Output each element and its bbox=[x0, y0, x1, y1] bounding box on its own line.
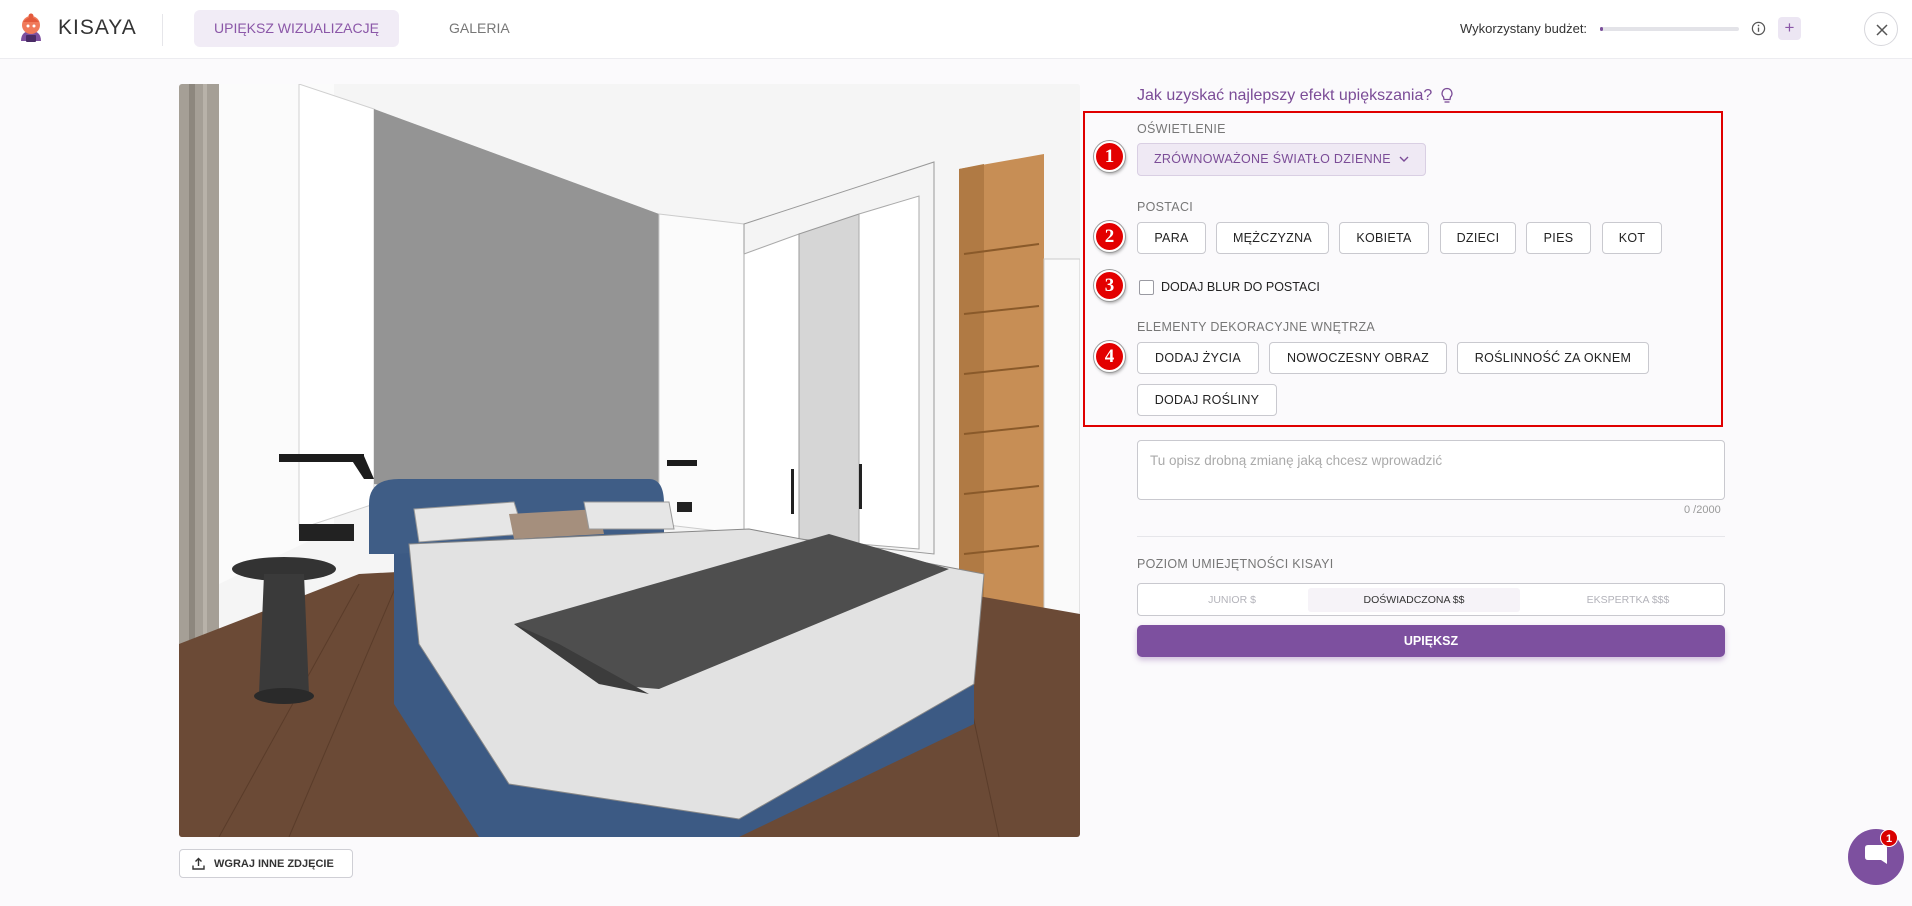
character-option-cat[interactable]: KOT bbox=[1602, 222, 1662, 254]
tab-beautify[interactable]: UPIĘKSZ WIZUALIZACJĘ bbox=[194, 10, 399, 47]
tips-text: Jak uzyskać najlepszy efekt upiększania? bbox=[1137, 87, 1433, 104]
skill-level-label: POZIOM UMIEJĘTNOŚCI KISAYI bbox=[1137, 557, 1334, 571]
add-budget-button[interactable]: + bbox=[1778, 17, 1801, 40]
beautify-button[interactable]: UPIĘKSZ bbox=[1137, 625, 1725, 657]
lighting-select[interactable]: ZRÓWNOWAŻONE ŚWIATŁO DZIENNE bbox=[1137, 143, 1426, 176]
upload-icon bbox=[192, 857, 205, 870]
blur-checkbox-label[interactable]: DODAJ BLUR DO POSTACI bbox=[1161, 280, 1320, 294]
character-option-children[interactable]: DZIECI bbox=[1440, 222, 1516, 254]
marker-2: 2 bbox=[1094, 221, 1125, 252]
change-description-input[interactable]: Tu opisz drobną zmianę jaką chcesz wprow… bbox=[1137, 440, 1725, 500]
skill-option-experienced[interactable]: DOŚWIADCZONA $$ bbox=[1308, 588, 1520, 612]
upload-label: WGRAJ INNE ZDJĘCIE bbox=[214, 857, 334, 870]
character-option-dog[interactable]: PIES bbox=[1526, 222, 1591, 254]
skill-option-junior[interactable]: JUNIOR $ bbox=[1142, 588, 1322, 612]
character-option-man[interactable]: MĘŻCZYZNA bbox=[1216, 222, 1329, 254]
decor-label: ELEMENTY DEKORACYJNE WNĘTRZA bbox=[1137, 320, 1376, 334]
character-option-couple[interactable]: PARA bbox=[1137, 222, 1206, 254]
budget-label: Wykorzystany budżet: bbox=[1460, 21, 1588, 36]
character-option-woman[interactable]: KOBIETA bbox=[1339, 222, 1429, 254]
app-name: KISAYA bbox=[58, 16, 137, 39]
chevron-down-icon bbox=[1399, 156, 1409, 162]
tab-gallery[interactable]: GALERIA bbox=[429, 10, 530, 47]
decor-option-modern-painting[interactable]: NOWOCZESNY OBRAZ bbox=[1269, 342, 1447, 374]
kisaya-mascot-icon bbox=[21, 13, 41, 42]
marker-3: 3 bbox=[1094, 270, 1125, 301]
decor-option-window-plants[interactable]: ROŚLINNOŚĆ ZA OKNEM bbox=[1457, 342, 1649, 374]
characters-label: POSTACI bbox=[1137, 200, 1194, 214]
blur-checkbox[interactable] bbox=[1139, 280, 1154, 295]
tips-link[interactable]: Jak uzyskać najlepszy efekt upiększania? bbox=[1137, 87, 1454, 105]
marker-4: 4 bbox=[1094, 341, 1125, 372]
chat-notification-badge: 1 bbox=[1880, 829, 1898, 847]
lighting-label: OŚWIETLENIE bbox=[1137, 122, 1226, 136]
close-button[interactable] bbox=[1864, 12, 1898, 46]
info-icon[interactable] bbox=[1751, 21, 1766, 36]
divider bbox=[1137, 536, 1725, 537]
close-icon bbox=[1876, 24, 1888, 36]
logo[interactable]: KISAYA bbox=[17, 11, 137, 45]
skill-level-selector: JUNIOR $ DOŚWIADCZONA $$ EKSPERTKA $$$ bbox=[1137, 583, 1725, 616]
skill-option-expert[interactable]: EKSPERTKA $$$ bbox=[1538, 588, 1718, 612]
upload-another-photo-button[interactable]: WGRAJ INNE ZDJĘCIE bbox=[179, 849, 353, 878]
lighting-selected-value: ZRÓWNOWAŻONE ŚWIATŁO DZIENNE bbox=[1154, 152, 1391, 166]
top-bar: KISAYA UPIĘKSZ WIZUALIZACJĘ GALERIA Wyko… bbox=[0, 0, 1912, 59]
marker-1: 1 bbox=[1094, 141, 1125, 172]
decor-option-add-plants[interactable]: DODAJ ROŚLINY bbox=[1137, 384, 1277, 416]
char-counter: 0 /2000 bbox=[1684, 504, 1721, 516]
decor-option-add-life[interactable]: DODAJ ŻYCIA bbox=[1137, 342, 1259, 374]
bedroom-visualization-image bbox=[179, 84, 1080, 837]
header-divider bbox=[162, 14, 163, 46]
lightbulb-icon bbox=[1441, 87, 1453, 103]
budget-progress-bar bbox=[1600, 27, 1739, 31]
budget-progress-fill bbox=[1600, 27, 1603, 31]
